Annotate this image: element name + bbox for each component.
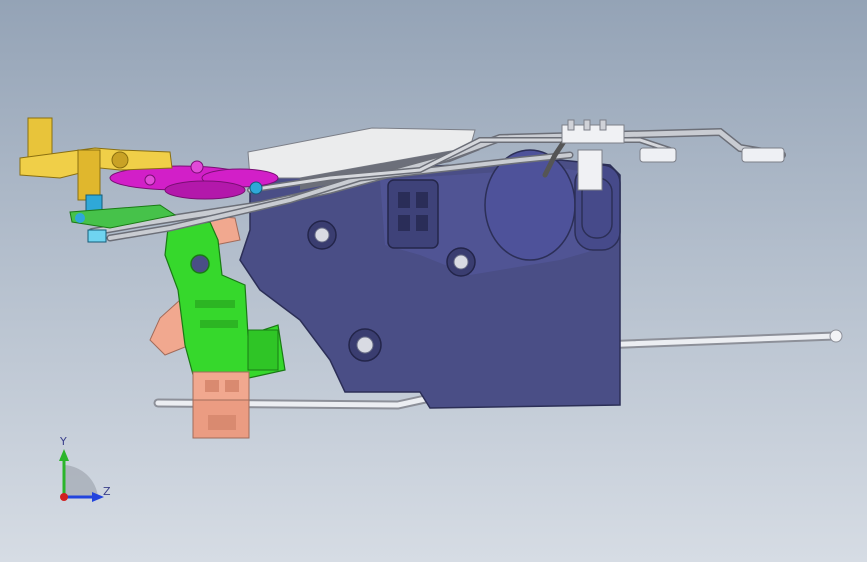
screw-hole[interactable] xyxy=(348,328,382,362)
connector-socket[interactable] xyxy=(387,179,439,249)
axis-label-y: Y xyxy=(60,435,67,448)
cable-end-fitting[interactable] xyxy=(639,147,677,163)
screw-hole[interactable] xyxy=(446,247,476,277)
cad-model[interactable] xyxy=(0,0,867,562)
3d-viewport[interactable]: Y Z xyxy=(0,0,867,562)
wire-connector[interactable] xyxy=(192,371,250,439)
cable-end-fitting[interactable] xyxy=(741,147,785,163)
orientation-triad: Y Z xyxy=(40,435,120,515)
motor-cover[interactable] xyxy=(484,149,576,261)
axis-triad-graphic xyxy=(59,449,104,502)
screw-hole[interactable] xyxy=(307,220,337,250)
rod-end-ball[interactable] xyxy=(829,329,843,343)
axis-label-z: Z xyxy=(103,485,111,498)
